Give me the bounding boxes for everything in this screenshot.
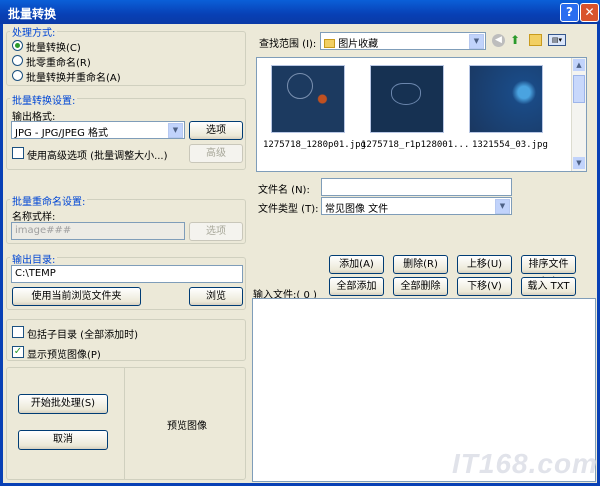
move-down-button[interactable]: 下移(V) xyxy=(457,277,512,296)
thumbnail-caption-2: 1275718_r1p128001... xyxy=(361,140,470,150)
filetype-select[interactable]: 常见图像 文件 ▼ xyxy=(321,197,512,215)
watermark-logo: IT168.com xyxy=(452,448,598,479)
view-menu-icon[interactable]: ▤▾ xyxy=(548,34,566,46)
title-bar: 批量转换 ? ✕ xyxy=(0,0,600,24)
thumbnail-image-3[interactable] xyxy=(469,65,543,133)
radio-batch-convert-label: 批量转换(C) xyxy=(26,43,81,54)
lookin-label: 查找范围 (I): xyxy=(259,39,317,50)
thumbnail-view[interactable]: 1275718_1280p01.jpg 1275718_r1p128001...… xyxy=(256,57,587,172)
advanced-checkbox[interactable] xyxy=(12,147,24,159)
thumbnail-caption-3: 1321554_03.jpg xyxy=(472,140,548,150)
back-icon[interactable]: ◀ xyxy=(492,34,505,47)
radio-convert-and-rename-label: 批量转换并重命名(A) xyxy=(26,73,121,84)
filename-input[interactable] xyxy=(321,178,512,196)
rename-options-button[interactable]: 选项 xyxy=(189,222,243,241)
pattern-label: 名称式样: xyxy=(12,212,56,223)
radio-batch-rename-label: 批零重命名(R) xyxy=(26,58,91,69)
format-options-button[interactable]: 选项 xyxy=(189,121,243,140)
show-preview-checkbox[interactable]: ✓ xyxy=(12,346,24,358)
cancel-button[interactable]: 取消 xyxy=(18,430,108,450)
scroll-thumb[interactable] xyxy=(573,75,585,103)
convert-legend: 批量转换设置: xyxy=(10,92,78,107)
preview-box: 预览图像 xyxy=(124,367,246,480)
window-title: 批量转换 xyxy=(8,7,57,21)
browse-button[interactable]: 浏览 xyxy=(189,287,243,306)
new-folder-icon[interactable] xyxy=(529,34,542,46)
filename-label: 文件名 (N): xyxy=(258,185,310,196)
include-subdirs-checkbox[interactable] xyxy=(12,326,24,338)
format-value: JPG - JPG/JPEG 格式 xyxy=(15,128,109,139)
include-subdirs-label: 包括子目录 (全部添加时) xyxy=(27,330,138,341)
format-select[interactable]: JPG - JPG/JPEG 格式 ▼ xyxy=(11,121,185,139)
emblem-icon xyxy=(391,83,421,105)
help-button[interactable]: ? xyxy=(560,3,579,22)
filetype-label: 文件类型 (T): xyxy=(258,204,319,215)
process-legend: 处理方式: xyxy=(10,24,58,39)
filetype-value: 常见图像 文件 xyxy=(325,204,389,215)
move-up-button[interactable]: 上移(U) xyxy=(457,255,512,274)
up-folder-icon[interactable]: ⬆ xyxy=(510,33,524,47)
start-batch-button[interactable]: 开始批处理(S) xyxy=(18,394,108,414)
add-all-button[interactable]: 全部添加(D) xyxy=(329,277,384,309)
show-preview-label: 显示预览图像(P) xyxy=(27,350,101,361)
rename-legend: 批量重命名设置: xyxy=(10,193,88,208)
chevron-down-icon[interactable]: ▼ xyxy=(168,123,183,138)
lookin-value: 图片收藏 xyxy=(338,39,379,50)
scroll-up-icon[interactable]: ▲ xyxy=(573,59,585,71)
sort-files-button[interactable]: 排序文件(O) xyxy=(521,255,576,287)
thumbnail-caption-1: 1275718_1280p01.jpg xyxy=(263,140,366,150)
lookin-select[interactable]: 图片收藏 ▼ xyxy=(320,32,486,50)
chevron-down-icon[interactable]: ▼ xyxy=(495,199,510,214)
use-current-folder-button[interactable]: 使用当前浏览文件夹 xyxy=(12,287,141,306)
chevron-down-icon[interactable]: ▼ xyxy=(469,34,484,49)
add-button[interactable]: 添加(A) xyxy=(329,255,384,274)
advanced-button[interactable]: 高级 xyxy=(189,144,243,163)
radio-batch-convert[interactable] xyxy=(12,40,23,51)
remove-button[interactable]: 删除(R) xyxy=(393,255,448,274)
spider-web-icon xyxy=(287,73,313,99)
thumbnail-scrollbar[interactable]: ▲ ▼ xyxy=(571,58,586,171)
output-path-input[interactable]: C:\TEMP xyxy=(11,265,243,283)
radio-convert-and-rename[interactable] xyxy=(12,70,23,81)
output-legend: 输出目录: xyxy=(10,251,58,266)
scroll-down-icon[interactable]: ▼ xyxy=(573,157,585,169)
radio-batch-rename[interactable] xyxy=(12,55,23,66)
pattern-input[interactable]: image### xyxy=(11,222,185,240)
load-txt-button[interactable]: 载入 TXT xyxy=(521,277,576,296)
folder-icon xyxy=(324,39,335,48)
close-button[interactable]: ✕ xyxy=(580,3,599,22)
preview-label: 预览图像 xyxy=(167,421,207,432)
advanced-checkbox-label: 使用高级选项 (批量调整大小...) xyxy=(27,151,168,162)
remove-all-button[interactable]: 全部删除(E) xyxy=(393,277,448,309)
